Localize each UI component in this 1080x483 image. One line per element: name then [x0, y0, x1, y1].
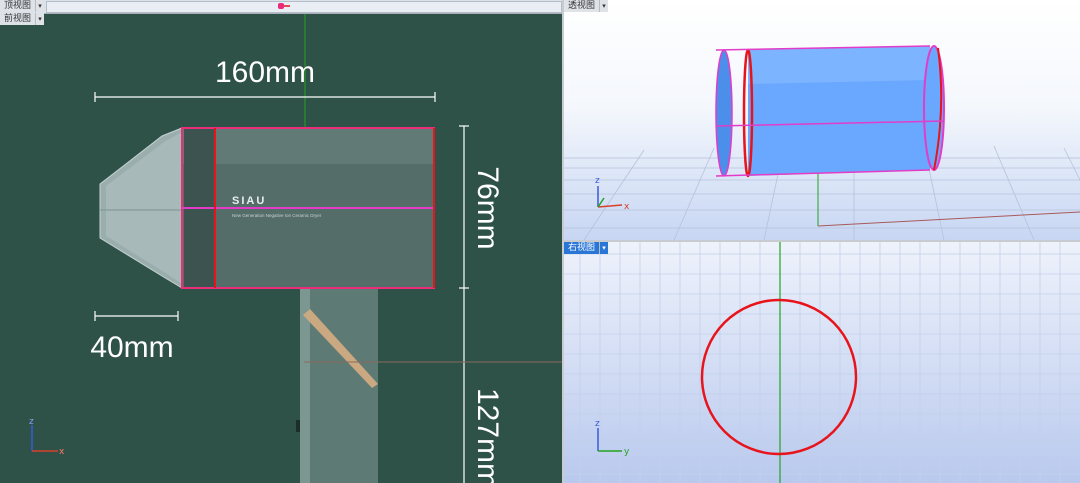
cylinder-cap-left — [715, 49, 733, 177]
tab-top-view-label: 顶视图 — [0, 0, 37, 12]
profile-circle — [700, 298, 858, 456]
brand-tagline: New Generation Negative Ion Ceramic Drye… — [232, 213, 322, 218]
dim-nozzle-label: 40mm — [90, 331, 173, 364]
persp-gizmo-x-axis — [597, 204, 623, 208]
top-view-marker — [278, 3, 290, 9]
front-gizmo-z-label: z — [29, 417, 34, 427]
right-gizmo-y-label: y — [624, 447, 630, 457]
right-gizmo-z-label: z — [595, 419, 600, 429]
cylinder-shine — [748, 46, 930, 84]
front-canvas: SIAU New Generation Negative Ion Ceramic… — [29, 14, 562, 483]
tab-perspective-view[interactable]: 透视图 ▾ — [564, 0, 609, 12]
persp-gizmo-y-axis — [597, 197, 605, 208]
front-gizmo-x-label: x — [59, 447, 65, 457]
tab-front-view-label: 前视图 — [0, 13, 37, 25]
perspective-axis-red — [817, 211, 1080, 227]
right-viewport[interactable]: z y 右视图 ▾ — [564, 242, 1080, 483]
chevron-down-icon[interactable]: ▾ — [600, 242, 609, 254]
brand-logo: SIAU — [232, 195, 266, 207]
dim-width-label: 160mm — [215, 56, 315, 89]
dim-handle-label: 127mm — [471, 388, 504, 483]
chevron-down-icon[interactable]: ▾ — [36, 13, 45, 25]
perspective-viewport[interactable]: z x 透视图 ▾ — [564, 0, 1080, 240]
right-canvas: z y — [564, 242, 1080, 483]
chevron-down-icon[interactable]: ▾ — [600, 0, 609, 12]
tab-right-view[interactable]: 右视图 ▾ — [564, 242, 609, 254]
tab-right-view-label: 右视图 — [564, 242, 601, 254]
tab-front-view[interactable]: 前视图 ▾ — [0, 13, 45, 25]
top-viewport-bar — [46, 1, 562, 13]
persp-gizmo-x-label: x — [624, 202, 630, 212]
dim-diameter-label: 76mm — [471, 166, 504, 249]
right-grid — [564, 242, 1080, 483]
front-viewport[interactable]: SIAU New Generation Negative Ion Ceramic… — [0, 0, 562, 483]
top-viewport-strip[interactable] — [0, 0, 562, 14]
handle-button — [296, 420, 300, 432]
perspective-canvas: z x — [564, 45, 1080, 240]
tab-top-view[interactable]: 顶视图 ▾ — [0, 0, 45, 12]
tab-perspective-view-label: 透视图 — [564, 0, 601, 12]
body-highlight — [182, 128, 434, 164]
persp-gizmo-z-label: z — [595, 176, 600, 186]
chevron-down-icon[interactable]: ▾ — [36, 0, 45, 12]
